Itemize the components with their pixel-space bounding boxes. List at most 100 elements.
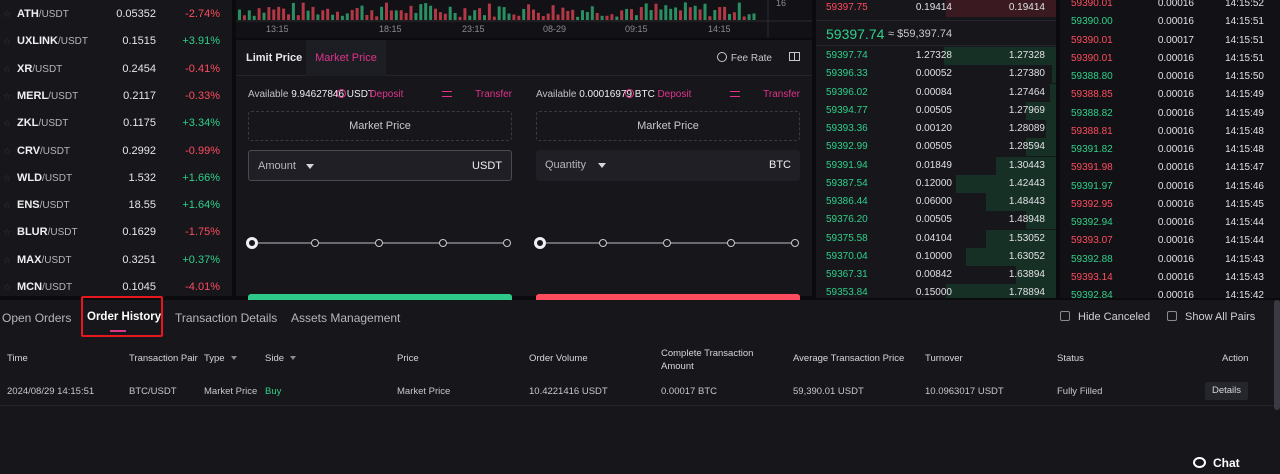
volume-bar: [238, 9, 241, 20]
market-row[interactable]: ☆ MERL/USDT 0.2117 -0.33%: [0, 83, 232, 110]
market-row[interactable]: ☆ ZKL/USDT 0.1175 +3.34%: [0, 110, 232, 137]
tab-assets-management[interactable]: Assets Management: [291, 311, 400, 325]
trade-time: 14:15:51: [1225, 52, 1264, 64]
volume-bar: [282, 8, 286, 20]
volume-bar: [296, 15, 300, 20]
fee-rate-link[interactable]: Fee Rate: [716, 52, 772, 64]
volume-bar: [429, 5, 433, 21]
bid-row[interactable]: 59386.44 0.06000 1.48443: [816, 193, 1056, 211]
star-icon[interactable]: ☆: [3, 118, 11, 128]
trade-row: 59390.01 0.00016 14:15:51: [1060, 50, 1280, 68]
bid-row[interactable]: 59375.58 0.04104 1.53052: [816, 229, 1056, 248]
volume-bar: [355, 7, 359, 21]
buy-links: Deposit Transfer: [301, 89, 512, 100]
slider-mark-100[interactable]: [791, 239, 799, 247]
guide-book-icon[interactable]: [789, 52, 800, 61]
slider-mark-75[interactable]: [439, 239, 447, 247]
bid-row[interactable]: 59353.84 0.15000 1.78894: [816, 284, 1056, 298]
bid-row[interactable]: 59376.20 0.00505 1.48948: [816, 211, 1056, 230]
chat-label: Chat: [1213, 456, 1240, 470]
bid-row[interactable]: 59387.54 0.12000 1.42443: [816, 174, 1056, 193]
market-row[interactable]: ☆ ENS/USDT 18.55 +1.64%: [0, 192, 232, 219]
market-row[interactable]: ☆ CRV/USDT 0.2992 -0.99%: [0, 138, 232, 165]
volume-bar: [316, 14, 320, 20]
tab-limit-price[interactable]: Limit Price: [246, 52, 302, 64]
sort-icon[interactable]: [230, 356, 237, 360]
volume-bar: [610, 14, 614, 20]
star-icon[interactable]: ☆: [3, 255, 11, 265]
star-icon[interactable]: ☆: [3, 200, 11, 210]
ask-row[interactable]: 59397.75 0.19414 0.19414: [816, 0, 1056, 17]
volume-bar: [713, 9, 717, 20]
buy-amount-input[interactable]: Amount USDT: [248, 150, 512, 181]
bid-row[interactable]: 59391.94 0.01849 1.30443: [816, 156, 1056, 175]
sell-percentage-slider[interactable]: [534, 236, 800, 250]
market-row[interactable]: ☆ MCN/USDT 0.1045 -4.01%: [0, 274, 232, 296]
show-all-pairs-checkbox[interactable]: Show All Pairs: [1167, 311, 1255, 323]
bid-row[interactable]: 59396.02 0.00084 1.27464: [816, 83, 1056, 102]
star-icon[interactable]: ☆: [3, 64, 11, 74]
bid-row[interactable]: 59397.74 1.27328 1.27328: [816, 47, 1056, 65]
tab-market-price[interactable]: Market Price: [306, 40, 386, 76]
volume-bar: [375, 16, 379, 20]
chevron-down-icon[interactable]: [306, 164, 314, 169]
volume-bar: [497, 6, 501, 21]
star-icon[interactable]: ☆: [3, 282, 11, 292]
bid-row[interactable]: 59396.33 0.00052 1.27380: [816, 65, 1056, 84]
bid-price: 59386.44: [826, 196, 868, 207]
slider-mark-50[interactable]: [375, 239, 383, 247]
chevron-down-icon[interactable]: [598, 163, 606, 168]
slider-handle[interactable]: [534, 237, 546, 249]
ask-price: 59397.75: [826, 2, 868, 13]
checkbox-box[interactable]: [1167, 311, 1177, 321]
market-row[interactable]: ☆ ATH/USDT 0.05352 -2.74%: [0, 1, 232, 28]
tab-open-orders[interactable]: Open Orders: [2, 311, 71, 325]
trade-price: 59392.95: [1071, 198, 1113, 210]
star-icon[interactable]: ☆: [3, 9, 11, 19]
market-row[interactable]: ☆ XR/USDT 0.2454 -0.41%: [0, 56, 232, 83]
slider-mark-25[interactable]: [599, 239, 607, 247]
star-icon[interactable]: ☆: [3, 146, 11, 156]
details-button[interactable]: Details: [1205, 382, 1248, 400]
market-row[interactable]: ☆ WLD/USDT 1.532 +1.66%: [0, 165, 232, 192]
star-icon[interactable]: ☆: [3, 173, 11, 183]
volume-bar: [639, 7, 643, 20]
col-type[interactable]: Type: [204, 353, 237, 364]
tab-transaction-details[interactable]: Transaction Details: [175, 311, 277, 325]
slider-mark-50[interactable]: [663, 239, 671, 247]
scrollbar[interactable]: [1274, 300, 1280, 410]
trade-time: 14:15:48: [1225, 144, 1264, 155]
hide-canceled-checkbox[interactable]: Hide Canceled: [1060, 311, 1150, 323]
slider-handle[interactable]: [246, 237, 258, 249]
chat-button[interactable]: Chat: [1193, 456, 1240, 470]
buy-deposit-link[interactable]: Deposit: [319, 89, 403, 100]
volume-bar: [688, 7, 692, 20]
ask-total: 0.19414: [1008, 2, 1045, 13]
bid-total: 1.28594: [1008, 141, 1045, 153]
slider-mark-100[interactable]: [503, 239, 511, 247]
slider-mark-25[interactable]: [311, 239, 319, 247]
market-row[interactable]: ☆ MAX/USDT 0.3251 +0.37%: [0, 247, 232, 274]
bid-row[interactable]: 59392.99 0.00505 1.28594: [816, 138, 1056, 157]
sell-quantity-input[interactable]: Quantity BTC: [536, 150, 800, 181]
market-row[interactable]: ☆ UXLINK/USDT 0.1515 +3.91%: [0, 28, 232, 55]
volume-bar: [630, 9, 633, 20]
sort-icon[interactable]: [290, 356, 297, 360]
bid-row[interactable]: 59394.77 0.00505 1.27969: [816, 101, 1056, 120]
buy-transfer-link[interactable]: Transfer: [424, 89, 512, 100]
slider-mark-75[interactable]: [727, 239, 735, 247]
sell-deposit-link[interactable]: Deposit: [607, 89, 691, 100]
star-icon[interactable]: ☆: [3, 227, 11, 237]
market-row[interactable]: ☆ BLUR/USDT 0.1629 -1.75%: [0, 219, 232, 246]
buy-percentage-slider[interactable]: [246, 236, 512, 250]
star-icon[interactable]: ☆: [3, 91, 11, 101]
checkbox-box[interactable]: [1060, 311, 1070, 321]
star-icon[interactable]: ☆: [3, 36, 11, 46]
col-side[interactable]: Side: [265, 353, 297, 364]
sell-transfer-link[interactable]: Transfer: [712, 89, 800, 100]
price-chart[interactable]: 13:15 18:15 23:15 08-29 09:15 14:15 16: [236, 0, 812, 38]
bid-row[interactable]: 59393.36 0.00120 1.28089: [816, 120, 1056, 138]
bid-row[interactable]: 59367.31 0.00842 1.63894: [816, 266, 1056, 284]
col-turnover: Turnover: [925, 353, 963, 364]
bid-row[interactable]: 59370.04 0.10000 1.63052: [816, 247, 1056, 266]
